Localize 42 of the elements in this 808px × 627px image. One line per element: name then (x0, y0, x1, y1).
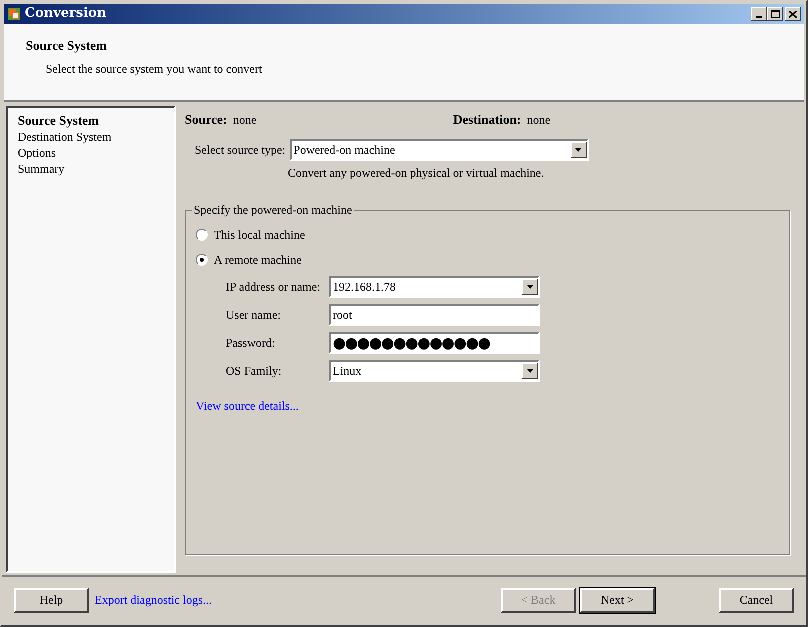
dropdown-arrow-icon (526, 285, 534, 289)
field-label: IP address or name: (226, 279, 322, 296)
input-field[interactable]: root (329, 304, 540, 326)
password-field[interactable]: ●●●●●●●●●●●●● (329, 332, 540, 354)
source-label: Source: (185, 111, 228, 130)
cancel-button[interactable]: Cancel (719, 588, 794, 612)
source-type-label: Select source type: (195, 142, 286, 159)
source-type-dropdown[interactable]: Powered-on machine (290, 139, 589, 161)
source-type-description: Convert any powered-on physical or virtual machine. (288, 165, 544, 182)
page-title: Source System (26, 37, 108, 55)
source-value: none (233, 112, 258, 129)
app-icon (7, 7, 21, 21)
minimize-icon (756, 16, 762, 18)
group-title: Specify the powered-on machine (192, 203, 354, 217)
radio-label: A remote machine (214, 252, 302, 269)
close-icon (789, 10, 797, 18)
dropdown-field[interactable]: 192.168.1.78 (329, 276, 540, 298)
dropdown-arrow-icon (526, 369, 534, 373)
field-label: OS Family: (226, 363, 283, 380)
sidebar-item[interactable]: Destination System (18, 129, 112, 145)
help-button[interactable]: Help (14, 588, 89, 612)
sidebar-item[interactable]: Source System (18, 113, 100, 129)
view-details-link[interactable]: View source details... (196, 397, 299, 415)
radio-button[interactable] (196, 229, 208, 241)
radio-button[interactable] (196, 254, 208, 266)
maximize-button[interactable] (767, 7, 783, 21)
sidebar-item[interactable]: Options (18, 145, 56, 161)
field-label: Password: (226, 335, 276, 352)
maximize-icon (770, 10, 780, 18)
field-label: User name: (226, 307, 282, 324)
dropdown-field[interactable]: Linux (329, 360, 540, 382)
minimize-button[interactable] (751, 7, 767, 21)
destination-label: Destination: (453, 111, 522, 130)
dropdown-arrow-icon (575, 148, 582, 152)
destination-value: none (527, 112, 551, 129)
window-title: Conversion (25, 5, 107, 24)
export-logs-link[interactable]: Export diagnostic logs... (95, 591, 212, 609)
radio-label: This local machine (214, 227, 306, 244)
close-button[interactable] (785, 7, 801, 21)
sidebar-item[interactable]: Summary (18, 161, 65, 177)
next-button[interactable]: Next > (580, 588, 655, 612)
page-subtitle: Select the source system you want to convert (46, 60, 262, 78)
